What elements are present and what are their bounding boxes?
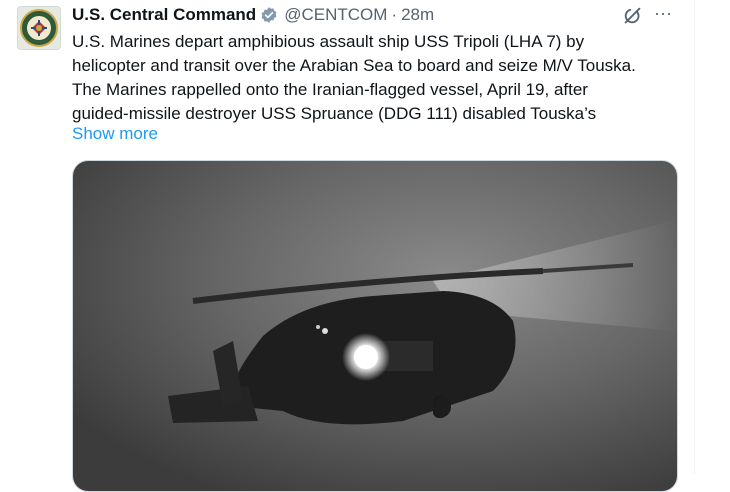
grok-icon[interactable] <box>622 5 644 27</box>
tweet-card[interactable]: U.S. Central Command @CENTCOM · 28m ··· … <box>0 0 694 492</box>
tweet-media-photo[interactable] <box>72 160 678 492</box>
verified-badge-icon[interactable] <box>260 6 278 24</box>
tweet-text-line: U.S. Marines depart amphibious assault s… <box>72 32 585 51</box>
tweet-header: U.S. Central Command @CENTCOM · 28m <box>72 4 434 26</box>
tweet-text: U.S. Marines depart amphibious assault s… <box>72 30 682 126</box>
show-more-link[interactable]: Show more <box>72 124 158 144</box>
author-handle[interactable]: @CENTCOM <box>284 5 387 25</box>
timestamp[interactable]: 28m <box>401 5 434 25</box>
author-name[interactable]: U.S. Central Command <box>72 5 256 25</box>
more-options-icon[interactable]: ··· <box>654 3 672 24</box>
tweet-text-line: The Marines rappelled onto the Iranian-f… <box>72 80 588 99</box>
centcom-seal-icon[interactable] <box>17 6 61 50</box>
column-divider <box>694 0 695 474</box>
separator-dot: · <box>391 5 398 24</box>
tweet-text-line: guided-missile destroyer USS Spruance (D… <box>72 104 597 123</box>
tweet-text-line: helicopter and transit over the Arabian … <box>72 56 636 75</box>
